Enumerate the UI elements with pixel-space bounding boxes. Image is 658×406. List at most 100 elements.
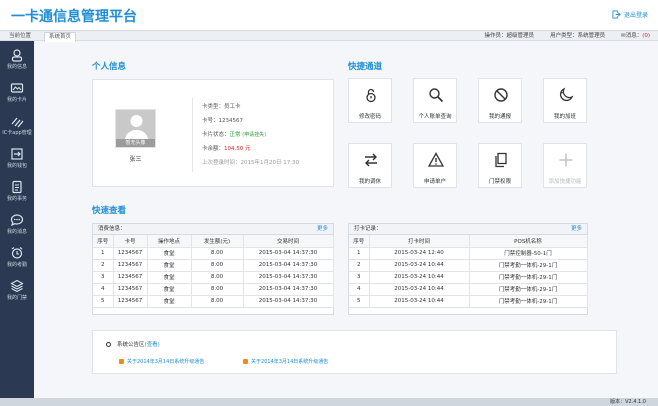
- card-balance: 卡余额：104.50 元: [202, 144, 251, 152]
- table-cell: 2015-03-04 14:37:30: [243, 283, 334, 296]
- swap-icon: [365, 153, 377, 167]
- notice-item-text: 关于2014年3月14日系统升级通告: [251, 359, 329, 365]
- table-cell: 2015-03-04 14:37:30: [243, 271, 334, 284]
- chat-icon: [10, 214, 24, 227]
- consumption-caption: 消费信息： 更多: [93, 224, 333, 235]
- user-type-label: 用户类型：系统管理员: [550, 33, 606, 39]
- sidebar-item-my-card[interactable]: 我的卡片: [0, 78, 34, 106]
- radio-dot-icon: [106, 342, 111, 347]
- column-header[interactable]: 操作地点: [147, 235, 192, 248]
- column-header[interactable]: 序号: [349, 235, 370, 248]
- tile-change-password[interactable]: 修改密码: [348, 78, 392, 123]
- sidebar-item-ic-app[interactable]: IC卡app管理: [0, 111, 34, 139]
- column-header[interactable]: 卡号: [113, 235, 148, 248]
- card-status-value: 正常: [229, 132, 241, 138]
- table-cell: 8.00: [191, 283, 244, 296]
- table-row[interactable]: 3 2015-03-24 10:44 门禁考勤一体机-29-1门: [349, 271, 588, 284]
- sidebar-item-label: 我的事务: [6, 196, 27, 202]
- tile-apply-account[interactable]: 申请单户: [413, 143, 457, 188]
- table-row[interactable]: 2 2015-03-24 10:44 门禁考勤一体机-29-1门: [349, 259, 588, 272]
- sidebar-item-my-info[interactable]: 我的信息: [0, 45, 34, 73]
- logout-button[interactable]: 退出登录: [612, 10, 648, 19]
- avatar[interactable]: 暂无头像: [115, 109, 156, 148]
- lock-icon: [366, 88, 376, 103]
- table-cell: 1234567: [113, 247, 148, 260]
- notice-item[interactable]: 关于2014年3月14日系统升级通告: [119, 358, 204, 365]
- notice-title: 系统公告区: [117, 342, 145, 348]
- report-loss-link[interactable]: (申请挂失): [242, 132, 266, 138]
- sidebar-item-wallet[interactable]: 我的钱包: [0, 144, 34, 172]
- table-row[interactable]: 3 1234567 食堂 8.00 2015-03-04 14:37:30: [93, 271, 334, 284]
- table-row[interactable]: 4 1234567 食堂 8.00 2015-03-04 14:37:30: [93, 283, 334, 296]
- sub-toolbar: 当前位置 系统首页 操作员：超级管理员 用户类型：系统管理员 ✉消息：(0): [0, 30, 658, 42]
- header: 一卡通信息管理平台 退出登录: [0, 0, 658, 30]
- table-cell: 1234567: [113, 259, 148, 272]
- table-row[interactable]: 5 2015-03-24 10:44 门禁考勤一体机-29-1门: [349, 295, 588, 308]
- table-cell: 2: [349, 259, 370, 272]
- document-icon: [12, 180, 22, 194]
- avatar-caption: 暂无头像: [116, 139, 155, 147]
- column-header[interactable]: 序号: [93, 235, 114, 248]
- punch-table-panel: 打卡记录： 更多 序号 打卡时间 POS机名称 1 2015-03-24 12:4…: [348, 223, 588, 315]
- table-cell: 8.00: [191, 295, 244, 308]
- quick-lookup-heading: 快速查看: [92, 206, 127, 216]
- table-cell: 8.00: [191, 247, 244, 260]
- notice-view-link[interactable]: (查看): [145, 342, 160, 348]
- table-cell: 2015-03-24 10:44: [369, 271, 470, 284]
- column-header[interactable]: 交易时间: [243, 235, 334, 248]
- sidebar-item-label: IC卡app管理: [2, 130, 32, 136]
- table-cell: 门禁考勤一体机-29-1门: [469, 295, 588, 308]
- alarm-clock-icon: [11, 247, 23, 259]
- table-row[interactable]: 1 1234567 食堂 8.00 2015-03-04 14:37:30: [93, 247, 334, 260]
- tile-my-overtime[interactable]: 我的加班: [543, 78, 587, 123]
- notice-heading: 系统公告区(查看): [106, 340, 160, 348]
- table-row[interactable]: 4 2015-03-24 10:44 门禁考勤一体机-29-1门: [349, 283, 588, 296]
- sidebar-item-affairs[interactable]: 我的事务: [0, 177, 34, 205]
- tile-bill-query[interactable]: 个人账单查询: [413, 78, 457, 123]
- tile-label: 门禁权限: [488, 179, 511, 185]
- sidebar-item-messages[interactable]: 我的消息: [0, 210, 34, 238]
- tile-add-shortcut[interactable]: 添加快捷功能: [543, 143, 587, 188]
- table-row[interactable]: 5 1234567 食堂 8.00 2015-03-04 14:37:30: [93, 295, 334, 308]
- table-row[interactable]: 2 1234567 食堂 8.00 2015-03-04 14:37:30: [93, 259, 334, 272]
- table-cell: 2015-03-04 14:37:30: [243, 259, 334, 272]
- tile-label: 申请单户: [423, 179, 446, 185]
- table-row[interactable]: 1 2015-03-24 12:40 门禁控制器-50-1门: [349, 247, 588, 260]
- tab-home[interactable]: 系统首页: [44, 32, 77, 42]
- consumption-more-link[interactable]: 更多: [317, 224, 328, 235]
- card-type: 卡类型：员工卡: [202, 104, 241, 110]
- moon-icon: [560, 87, 574, 101]
- tile-label: 修改密码: [358, 114, 381, 120]
- logout-icon: [612, 10, 621, 19]
- login-icon: [11, 148, 23, 160]
- message-link[interactable]: ✉消息：(0): [621, 31, 650, 42]
- card-status-label: 卡片状态：: [202, 132, 230, 138]
- table-cell: 2015-03-24 12:40: [369, 247, 470, 260]
- tile-my-leave[interactable]: 我的调休: [348, 143, 392, 188]
- last-login: 上次登录时间：2015年1月20日 17:30: [202, 160, 300, 166]
- table-header-row: 序号 打卡时间 POS机名称: [349, 235, 588, 248]
- tile-my-bulletin[interactable]: 我的通报: [478, 78, 522, 123]
- column-header[interactable]: 打卡时间: [369, 235, 470, 248]
- notice-item[interactable]: 关于2014年3月14日系统升级通告: [243, 358, 328, 365]
- table-cell: 5: [349, 295, 370, 308]
- user-info: 操作员：超级管理员 用户类型：系统管理员 ✉消息：(0): [485, 31, 650, 42]
- punch-more-link[interactable]: 更多: [571, 224, 582, 235]
- tile-access-permission[interactable]: 门禁权限: [478, 143, 522, 188]
- column-header[interactable]: 发生额(元): [191, 235, 244, 248]
- tile-label: 我的通报: [488, 114, 511, 120]
- sidebar-item-access[interactable]: 我的门禁: [0, 276, 34, 304]
- sidebar-item-attendance[interactable]: 我的考勤: [0, 243, 34, 271]
- operator-label: 操作员：超级管理员: [484, 33, 535, 39]
- table-cell: 8.00: [191, 259, 244, 272]
- copy-icon: [495, 152, 507, 168]
- notice-bullet-icon: [119, 359, 124, 364]
- sidebar-item-label: 我的卡片: [6, 97, 27, 103]
- table-cell: 2015-03-04 14:37:30: [243, 247, 334, 260]
- breadcrumb: 当前位置: [9, 33, 32, 39]
- card-icon: [10, 83, 24, 93]
- table-cell: 食堂: [147, 247, 192, 260]
- column-header[interactable]: POS机名称: [469, 235, 588, 248]
- quick-access-heading: 快捷通道: [348, 62, 383, 72]
- table-cell: 门禁考勤一体机-29-1门: [469, 259, 588, 272]
